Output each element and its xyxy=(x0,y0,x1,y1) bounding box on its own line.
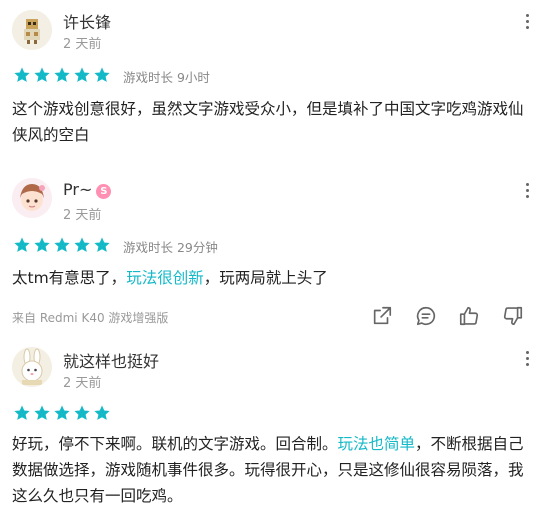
playtime: 游戏时长 9小时 xyxy=(123,70,210,85)
content-highlight[interactable]: 玩法很创新 xyxy=(126,269,204,287)
star-icon xyxy=(94,405,110,420)
more-options-icon[interactable] xyxy=(524,183,530,198)
rating-stars xyxy=(13,404,111,422)
review-date: 2 天前 xyxy=(63,376,102,391)
review-content[interactable]: 太tm有意思了，玩法很创新，玩两局就上头了 xyxy=(12,265,532,291)
pixel-character-avatar-icon xyxy=(12,10,52,50)
star-icon xyxy=(34,405,50,420)
more-options-icon[interactable] xyxy=(524,351,530,366)
content-text: 太tm有意思了， xyxy=(12,269,127,287)
star-icon xyxy=(74,237,90,252)
more-options-icon[interactable] xyxy=(524,14,530,29)
review-content[interactable]: 这个游戏创意很好，虽然文字游戏受众小，但是填补了中国文字吃鸡游戏仙侠风的空白 xyxy=(12,96,532,148)
avatar[interactable] xyxy=(12,347,52,387)
star-icon xyxy=(54,405,70,420)
thumbs-down-icon[interactable] xyxy=(502,305,524,327)
star-icon xyxy=(14,237,30,252)
star-icon xyxy=(14,67,30,82)
avatar[interactable] xyxy=(12,10,52,50)
star-icon xyxy=(34,67,50,82)
rating-stars xyxy=(13,236,111,254)
rating-stars xyxy=(13,66,111,84)
star-icon xyxy=(94,237,110,252)
content-text: ，玩两局就上头了 xyxy=(203,269,328,287)
star-icon xyxy=(14,405,30,420)
bunny-avatar-icon xyxy=(12,347,52,387)
review-date: 2 天前 xyxy=(63,208,102,223)
playtime: 游戏时长 29分钟 xyxy=(123,240,218,255)
star-icon xyxy=(74,67,90,82)
username-text: Pr~ xyxy=(63,180,93,199)
star-icon xyxy=(34,237,50,252)
star-icon xyxy=(54,67,70,82)
review-content[interactable]: 好玩，停不下来啊。联机的文字游戏。回合制。玩法也简单，不断根据自己数据做选择，游… xyxy=(12,431,532,509)
level-badge: S xyxy=(96,184,112,199)
review-date: 2 天前 xyxy=(63,37,102,52)
thumbs-up-icon[interactable] xyxy=(458,305,480,327)
username[interactable]: 许长锋 xyxy=(63,9,111,33)
star-icon xyxy=(54,237,70,252)
comment-icon[interactable] xyxy=(415,305,437,327)
device-info: 来自 Redmi K40 游戏增强版 xyxy=(12,311,169,325)
anime-girl-avatar-icon xyxy=(12,178,52,218)
username[interactable]: 就这样也挺好 xyxy=(63,348,159,372)
review-card: 许长锋 2 天前 游戏时长 9小时 这个游戏创意很好，虽然文字游戏受众小，但是填… xyxy=(0,0,540,150)
share-icon[interactable] xyxy=(371,305,393,327)
avatar[interactable] xyxy=(12,178,52,218)
username[interactable]: Pr~ S xyxy=(63,180,112,199)
content-highlight[interactable]: 玩法也简单 xyxy=(338,435,416,453)
content-text: 好玩，停不下来啊。联机的文字游戏。回合制。 xyxy=(12,435,338,453)
star-icon xyxy=(74,405,90,420)
star-icon xyxy=(94,67,110,82)
